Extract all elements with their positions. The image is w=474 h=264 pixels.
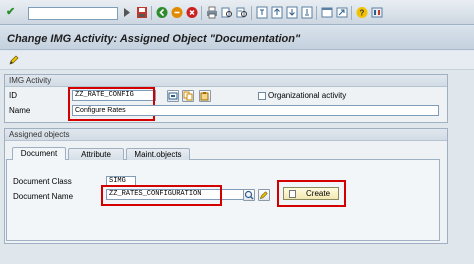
toolbar-separator [316, 6, 317, 20]
document-name-label: Document Name [13, 192, 74, 201]
group-title: IMG Activity [5, 75, 447, 87]
toolbar-separator [351, 6, 352, 20]
cancel-icon[interactable] [186, 6, 198, 19]
command-field[interactable] [28, 7, 118, 20]
toolbar-separator [251, 6, 252, 20]
id-label: ID [9, 91, 17, 100]
enter-icon[interactable]: ✔ [6, 7, 17, 18]
toolbar-separator [151, 6, 152, 20]
tab-attribute[interactable]: Attribute [68, 148, 124, 160]
paste-icon[interactable] [199, 90, 211, 102]
customize-layout-icon[interactable] [371, 6, 383, 19]
highlight-box [101, 185, 222, 206]
name-label: Name [9, 106, 31, 115]
exit-icon[interactable] [171, 6, 183, 19]
svg-text:?: ? [360, 9, 365, 18]
highlight-box [277, 180, 346, 207]
display-object-list-icon[interactable] [167, 90, 179, 102]
document-class-label: Document Class [13, 177, 72, 186]
display-document-icon[interactable] [243, 189, 255, 201]
shortcut-icon[interactable] [336, 6, 348, 19]
name-field[interactable]: Configure Rates [72, 105, 439, 116]
last-page-icon[interactable] [301, 6, 313, 19]
previous-page-icon[interactable] [271, 6, 283, 19]
group-title: Assigned objects [5, 129, 447, 141]
toolbar-separator [201, 6, 202, 20]
page-title: Change IMG Activity: Assigned Object "Do… [7, 33, 301, 45]
title-bar: Change IMG Activity: Assigned Object "Do… [0, 26, 474, 50]
find-next-icon[interactable] [236, 6, 248, 19]
next-page-icon[interactable] [286, 6, 298, 19]
find-icon[interactable] [221, 6, 233, 19]
display-change-pencil-icon[interactable] [8, 54, 20, 66]
tab-maint-objects[interactable]: Maint.objects [126, 148, 190, 160]
command-dropdown-icon[interactable] [121, 6, 133, 19]
save-icon[interactable] [136, 6, 148, 19]
print-icon[interactable] [206, 6, 218, 19]
new-session-icon[interactable] [321, 6, 333, 19]
change-document-icon[interactable] [258, 189, 270, 201]
tab-document[interactable]: Document [12, 147, 66, 160]
help-icon[interactable]: ? [356, 6, 368, 19]
back-icon[interactable] [156, 6, 168, 19]
copy-icon[interactable] [182, 90, 194, 102]
organizational-activity-checkbox[interactable] [258, 92, 266, 100]
first-page-icon[interactable] [256, 6, 268, 19]
system-toolbar: ✔ ? [0, 0, 474, 25]
application-toolbar [0, 51, 474, 70]
organizational-activity-label: Organizational activity [268, 91, 347, 100]
